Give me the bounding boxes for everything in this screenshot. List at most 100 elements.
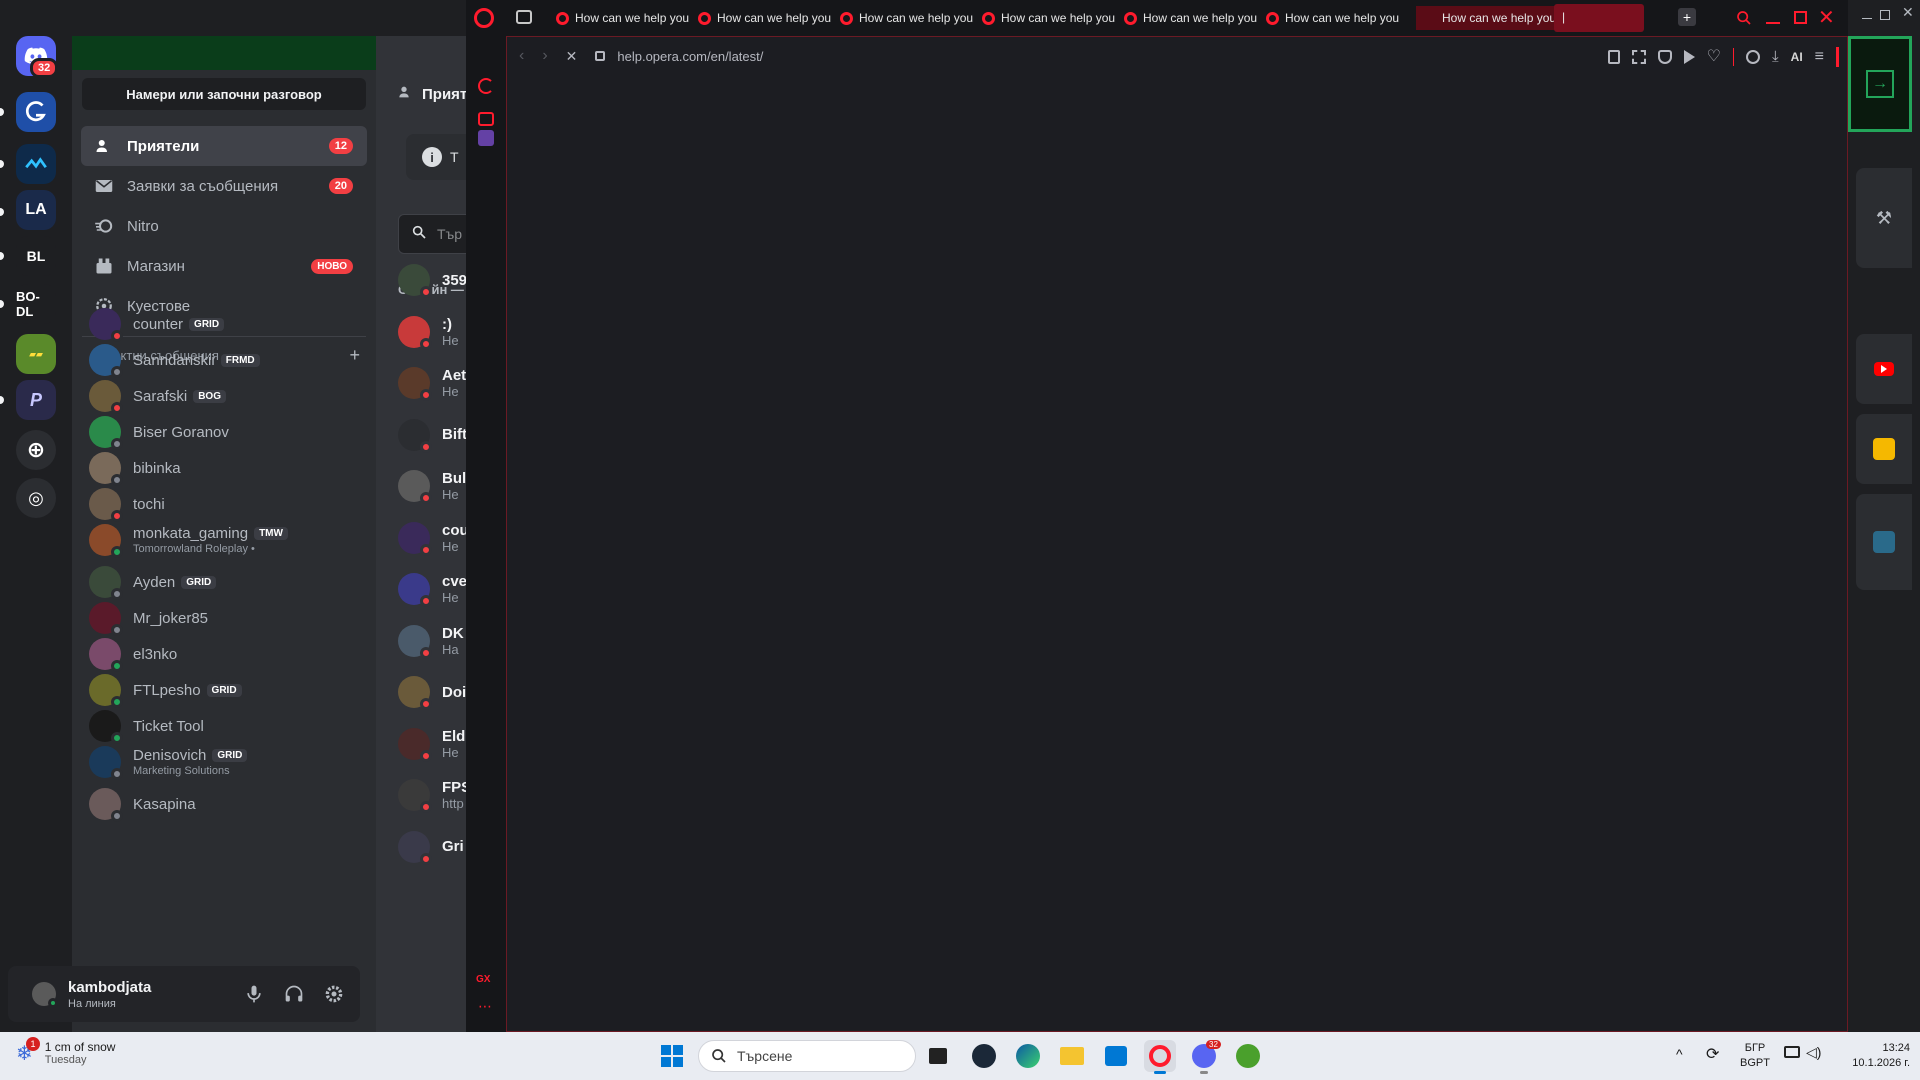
- minimize-icon[interactable]: [1862, 18, 1872, 19]
- discord-taskbar-button[interactable]: 32: [1188, 1040, 1221, 1074]
- nav-nitro[interactable]: Nitro: [81, 206, 367, 246]
- status-dot: [420, 698, 432, 710]
- friend-row[interactable]: Aet Не: [398, 367, 466, 401]
- server-icon-bulgaria[interactable]: ▰▰: [16, 334, 56, 374]
- forward-icon[interactable]: ›: [542, 47, 547, 65]
- server-icon-la[interactable]: LA: [16, 190, 56, 230]
- dm-name: Mr_joker85: [133, 610, 208, 627]
- close-icon[interactable]: ✕: [1818, 5, 1835, 30]
- maximize-icon[interactable]: [1794, 11, 1807, 24]
- tab-search-field[interactable]: |: [1554, 4, 1644, 32]
- extension-app-a[interactable]: [1856, 414, 1912, 484]
- friend-text: Bul Не: [442, 470, 466, 502]
- nav-shop[interactable]: Магазин НОВО: [81, 246, 367, 286]
- extension-app-b[interactable]: [1856, 494, 1912, 590]
- opera-favicon-icon: [1266, 11, 1279, 25]
- dm-item[interactable]: Kasapina: [81, 783, 367, 825]
- friend-row[interactable]: 359: [398, 264, 466, 298]
- friend-row[interactable]: DK На: [398, 624, 464, 659]
- friend-row[interactable]: cve Не: [398, 573, 466, 607]
- friend-row[interactable]: Doi: [398, 676, 466, 710]
- server-icon-p[interactable]: P: [16, 380, 56, 420]
- friend-row[interactable]: :) Не: [398, 315, 459, 350]
- find-conversation-button[interactable]: Намери или започни разговор: [82, 78, 366, 110]
- dm-item[interactable]: Denisovich GRID Marketing Solutions: [81, 741, 367, 783]
- gear-icon[interactable]: [324, 984, 344, 1009]
- opera-menu-icon[interactable]: [474, 8, 494, 28]
- utorrent-button[interactable]: [1232, 1040, 1264, 1072]
- friend-row[interactable]: Eld Не: [398, 727, 465, 762]
- avatar: [398, 367, 432, 401]
- server-icon-bl[interactable]: BL: [16, 236, 56, 276]
- browser-tab[interactable]: How can we help you: [1262, 6, 1400, 30]
- shield-icon[interactable]: [1657, 50, 1672, 64]
- gx-corner-icon[interactable]: [478, 112, 494, 126]
- volume-icon[interactable]: ◁): [1806, 1044, 1821, 1061]
- sync-icon[interactable]: ⟳: [1706, 1044, 1719, 1064]
- stop-loading-icon[interactable]: ✕: [566, 48, 578, 65]
- close-icon[interactable]: ✕: [1902, 4, 1914, 21]
- extension-youtube[interactable]: [1856, 334, 1912, 404]
- edge-button[interactable]: [1012, 1040, 1044, 1072]
- pin-icon[interactable]: [1607, 50, 1620, 64]
- extension-panel-exit[interactable]: →: [1848, 36, 1912, 132]
- ai-button[interactable]: AI: [1791, 50, 1803, 64]
- opera-gx-taskbar-button[interactable]: [1144, 1040, 1176, 1074]
- friend-row[interactable]: FPShttp: [398, 779, 466, 813]
- browser-tab[interactable]: How can we help you: [978, 6, 1116, 30]
- steam-button[interactable]: [968, 1040, 1000, 1072]
- browser-tab[interactable]: How can we help you: [552, 6, 690, 30]
- server-icon-wave[interactable]: [16, 144, 56, 184]
- nav-friends[interactable]: Приятели 12: [81, 126, 367, 166]
- download-icon[interactable]: ⤓: [1772, 49, 1779, 64]
- minimize-icon[interactable]: [1766, 22, 1780, 24]
- browser-tab[interactable]: How can we help you: [836, 6, 974, 30]
- search-icon[interactable]: [1736, 10, 1752, 31]
- steam-icon: [972, 1044, 996, 1068]
- menu-icon[interactable]: ≡: [1815, 49, 1824, 65]
- explore-servers-button[interactable]: ◎: [16, 478, 56, 518]
- weather-widget[interactable]: ❄ 1 1 cm of snow Tuesday: [16, 1036, 115, 1066]
- browser-tab[interactable]: How can we help you: [1120, 6, 1258, 30]
- user-avatar[interactable]: [32, 982, 58, 1008]
- microphone-icon[interactable]: [244, 984, 264, 1009]
- heart-icon[interactable]: ♡: [1707, 49, 1721, 65]
- friend-row[interactable]: Bift: [398, 418, 466, 453]
- task-view-button[interactable]: [922, 1040, 954, 1072]
- snow-icon: ❄ 1: [16, 1036, 40, 1066]
- network-icon[interactable]: [1784, 1046, 1800, 1058]
- language-indicator[interactable]: БГР BGPT: [1740, 1041, 1770, 1071]
- friend-search-input[interactable]: Тър: [398, 214, 466, 254]
- friend-row[interactable]: Gri: [398, 830, 464, 865]
- more-options-icon[interactable]: ⋯: [478, 998, 492, 1015]
- gx-control-icon[interactable]: [478, 78, 494, 94]
- add-server-button[interactable]: ⊕: [16, 430, 56, 470]
- dm-name: Denisovich GRID: [133, 747, 248, 764]
- maximize-icon[interactable]: [1880, 10, 1890, 20]
- browser-tab[interactable]: How can we help you: [1416, 6, 1566, 30]
- server-icon-bo-dl[interactable]: BO-DL: [16, 284, 56, 324]
- twitch-icon[interactable]: [478, 130, 494, 146]
- extension-tools[interactable]: ⚒: [1856, 168, 1912, 268]
- friend-row[interactable]: Bul Не: [398, 470, 466, 504]
- headphones-icon[interactable]: [284, 984, 304, 1009]
- chevron-up-icon[interactable]: ^: [1676, 1046, 1683, 1062]
- back-icon[interactable]: ‹: [519, 47, 524, 65]
- workspaces-icon[interactable]: [516, 10, 532, 24]
- clock[interactable]: 13:24 10.1.2026 г.: [1852, 1041, 1910, 1071]
- friend-status: Не: [442, 590, 459, 605]
- nav-message-requests[interactable]: Заявки за съобщения 20: [81, 166, 367, 206]
- taskbar-search[interactable]: Търсене: [698, 1040, 916, 1072]
- start-button[interactable]: [656, 1040, 688, 1072]
- play-icon[interactable]: [1683, 50, 1695, 64]
- file-explorer-button[interactable]: [1056, 1040, 1088, 1072]
- snapshot-icon[interactable]: [1631, 50, 1646, 64]
- browser-tab[interactable]: How can we help you: [694, 6, 832, 30]
- server-icon-g[interactable]: [16, 92, 56, 132]
- url-field[interactable]: help.opera.com/en/latest/: [617, 49, 763, 64]
- new-tab-button[interactable]: +: [1678, 8, 1696, 26]
- friend-row[interactable]: cou Не: [398, 521, 466, 556]
- microsoft-store-button[interactable]: [1100, 1040, 1132, 1072]
- account-icon[interactable]: [1746, 50, 1761, 64]
- dm-item[interactable]: monkata_gaming TMW Tomorrowland Roleplay •: [81, 519, 367, 561]
